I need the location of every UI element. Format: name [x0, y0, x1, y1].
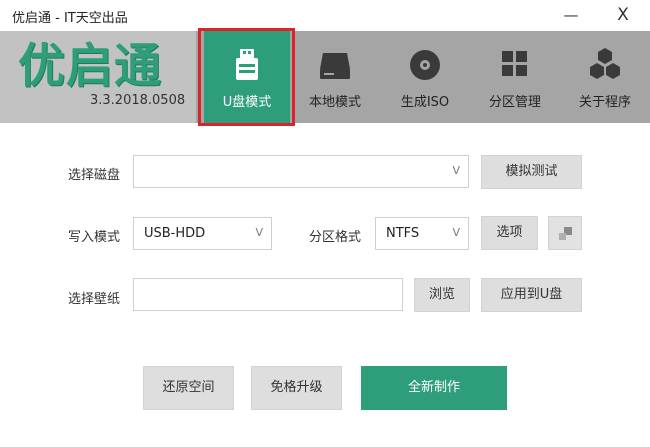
extra-settings-button[interactable]	[548, 216, 582, 250]
header-toolbar: 优启通 3.3.2018.0508 U盘模式 本地模式 生成ISO 分区管理 关…	[0, 31, 650, 123]
tab-about-label: 关于程序	[578, 95, 631, 110]
chevron-down-icon: V	[255, 226, 263, 239]
tab-about[interactable]: 关于程序	[562, 31, 648, 123]
tab-partition-manager[interactable]: 分区管理	[472, 31, 558, 123]
partition-format-label: 分区格式	[309, 230, 362, 245]
disk-select[interactable]: V	[133, 155, 469, 188]
write-mode-select[interactable]: USB-HDD V	[133, 217, 272, 250]
tab-make-iso[interactable]: 生成ISO	[382, 31, 468, 123]
tab-local-mode[interactable]: 本地模式	[292, 31, 378, 123]
wallpaper-input[interactable]	[133, 278, 403, 311]
partition-format-select[interactable]: NTFS V	[375, 217, 469, 250]
apply-to-usb-button[interactable]: 应用到U盘	[481, 278, 582, 312]
tab-usb-mode-label: U盘模式	[222, 95, 272, 110]
app-logo: 优启通	[18, 39, 162, 94]
upgrade-no-format-button[interactable]: 免格升级	[251, 366, 342, 410]
options-button[interactable]: 选项	[481, 216, 538, 250]
hard-drive-icon	[320, 53, 350, 79]
new-build-button[interactable]: 全新制作	[361, 366, 507, 410]
disc-icon	[410, 50, 440, 80]
usb-drive-icon	[236, 49, 258, 80]
partition-format-value: NTFS	[386, 226, 420, 241]
restore-space-button[interactable]: 还原空间	[143, 366, 234, 410]
tab-local-mode-label: 本地模式	[308, 95, 361, 110]
tab-usb-mode[interactable]: U盘模式	[204, 31, 290, 123]
write-mode-label: 写入模式	[68, 230, 121, 245]
cubes-icon	[590, 48, 620, 79]
close-button[interactable]: X	[608, 3, 638, 27]
disk-label: 选择磁盘	[68, 168, 121, 183]
chevron-down-icon: V	[452, 164, 460, 177]
simulate-test-button[interactable]: 模拟测试	[481, 155, 582, 189]
tab-partition-manager-label: 分区管理	[488, 95, 541, 110]
app-version: 3.3.2018.0508	[90, 93, 186, 108]
write-mode-value: USB-HDD	[144, 226, 206, 241]
minimize-button[interactable]: —	[556, 3, 586, 27]
chevron-down-icon: V	[452, 226, 460, 239]
partition-grid-icon	[502, 51, 527, 76]
brand-area: 优启通 3.3.2018.0508	[0, 31, 196, 123]
title-bar: 优启通 - IT天空出品 — X	[0, 0, 650, 30]
wallpaper-label: 选择壁纸	[68, 292, 121, 307]
browse-button[interactable]: 浏览	[414, 278, 470, 312]
tile-icon	[559, 227, 572, 240]
window-title: 优启通 - IT天空出品	[12, 11, 128, 26]
tab-make-iso-label: 生成ISO	[400, 95, 450, 110]
